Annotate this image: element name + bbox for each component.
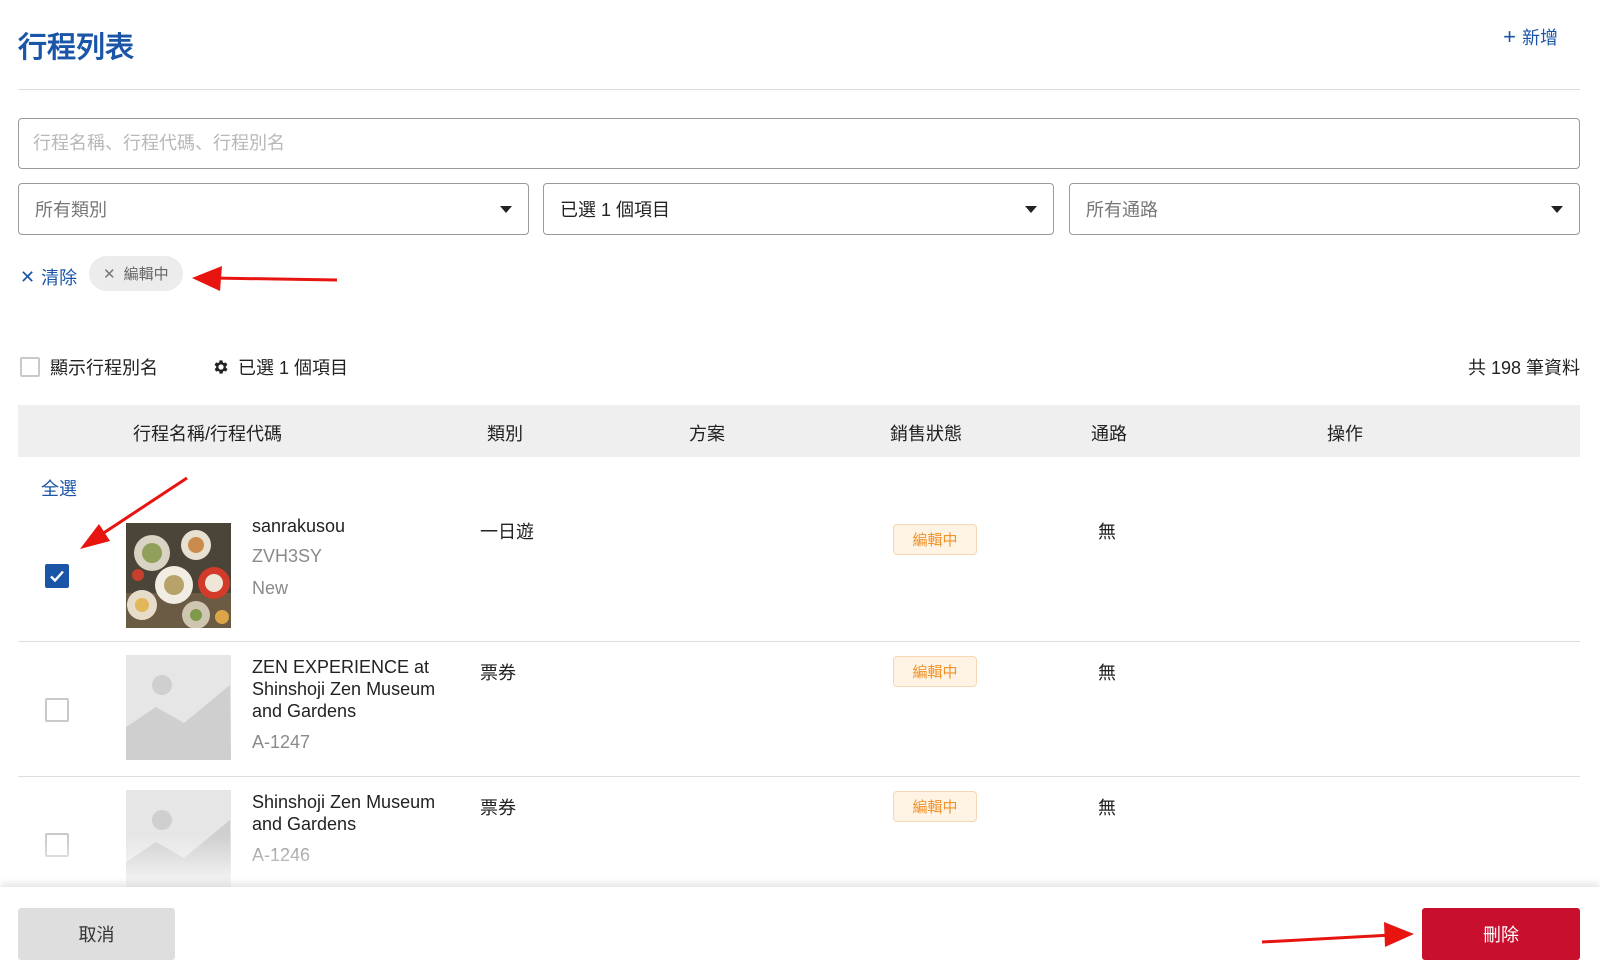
filter-chip-label: 編輯中 bbox=[123, 266, 169, 283]
image-placeholder-icon bbox=[126, 790, 231, 895]
column-header-plan: 方案 bbox=[689, 424, 725, 444]
status-badge: 編輯中 bbox=[893, 791, 977, 822]
add-button-label: 新增 bbox=[1522, 28, 1558, 48]
column-header-name: 行程名稱/行程代碼 bbox=[133, 424, 283, 444]
column-header-channel: 通路 bbox=[1091, 424, 1127, 444]
table-toolbar: 顯示行程別名 已選 1 個項目 共 198 筆資料 bbox=[18, 354, 1580, 384]
row-checkbox[interactable] bbox=[45, 564, 69, 588]
add-button[interactable]: + 新增 bbox=[1503, 24, 1558, 50]
trip-category: 票券 bbox=[480, 663, 516, 683]
page-title: 行程列表 bbox=[18, 32, 135, 64]
row-checkbox[interactable] bbox=[45, 698, 69, 722]
row-checkbox[interactable] bbox=[45, 833, 69, 857]
trip-thumbnail bbox=[126, 790, 231, 895]
total-count: 共 198 筆資料 bbox=[1467, 358, 1580, 378]
plus-icon: + bbox=[1503, 24, 1516, 49]
trip-category: 一日遊 bbox=[480, 522, 534, 542]
category-filter-select[interactable]: 所有類別 bbox=[18, 183, 529, 235]
status-badge: 編輯中 bbox=[893, 524, 977, 555]
trip-name: sanrakusou bbox=[252, 516, 346, 536]
trip-channel: 無 bbox=[1098, 522, 1116, 542]
column-header-category: 類別 bbox=[487, 424, 523, 444]
select-all-link[interactable]: 全選 bbox=[41, 475, 77, 501]
clear-filters-link[interactable]: ✕ 清除 bbox=[20, 264, 77, 290]
image-placeholder-icon bbox=[126, 655, 231, 760]
chevron-down-icon bbox=[500, 205, 512, 213]
column-header-actions: 操作 bbox=[1327, 424, 1363, 444]
cancel-button[interactable]: 取消 bbox=[18, 908, 175, 960]
trip-thumbnail bbox=[126, 655, 231, 760]
trip-code: A-1247 bbox=[252, 732, 311, 752]
table-row: sanrakusou ZVH3SY New 一日遊 編輯中 無 bbox=[18, 500, 1580, 642]
table-header: 行程名稱/行程代碼 類別 方案 銷售狀態 通路 操作 bbox=[18, 405, 1580, 457]
annotation-arrow-chip bbox=[192, 266, 338, 291]
status-badge: 編輯中 bbox=[893, 656, 977, 687]
check-icon bbox=[50, 570, 64, 583]
trip-category: 票券 bbox=[480, 798, 516, 818]
remove-chip-icon[interactable]: ✕ bbox=[103, 265, 116, 283]
channel-filter-select[interactable]: 所有通路 bbox=[1069, 183, 1580, 235]
trip-code: ZVH3SY bbox=[252, 546, 323, 566]
trip-code: A-1246 bbox=[252, 845, 311, 865]
filter-chip: ✕ 編輯中 bbox=[89, 256, 183, 291]
close-icon: ✕ bbox=[20, 266, 36, 287]
trip-tag: New bbox=[252, 578, 289, 598]
table-row: Shinshoji Zen Museum and Gardens A-1246 … bbox=[18, 777, 1580, 895]
status-filter-value: 已選 1 個項目 bbox=[560, 200, 671, 220]
status-filter-select[interactable]: 已選 1 個項目 bbox=[543, 183, 1054, 235]
column-settings-button[interactable]: 已選 1 個項目 bbox=[212, 354, 348, 380]
table-row: ZEN EXPERIENCE at Shinshoji Zen Museum a… bbox=[18, 642, 1580, 777]
selected-count-label: 已選 1 個項目 bbox=[238, 358, 349, 378]
trip-channel: 無 bbox=[1098, 798, 1116, 818]
trip-name: Shinshoji Zen Museum and Gardens bbox=[252, 792, 436, 834]
show-alias-label: 顯示行程別名 bbox=[50, 358, 158, 378]
gear-icon bbox=[214, 360, 228, 374]
column-header-sales-status: 銷售狀態 bbox=[890, 424, 962, 444]
action-footer: 取消 刪除 bbox=[0, 887, 1600, 977]
food-photo-image bbox=[126, 523, 231, 628]
header-divider bbox=[18, 89, 1580, 90]
delete-button[interactable]: 刪除 bbox=[1422, 908, 1580, 960]
search-input[interactable] bbox=[18, 118, 1580, 169]
category-filter-value: 所有類別 bbox=[35, 200, 107, 220]
channel-filter-value: 所有通路 bbox=[1086, 200, 1158, 220]
trip-thumbnail bbox=[126, 523, 231, 628]
chevron-down-icon bbox=[1025, 205, 1037, 213]
show-alias-checkbox[interactable] bbox=[20, 357, 40, 377]
trip-name: ZEN EXPERIENCE at Shinshoji Zen Museum a… bbox=[252, 657, 436, 721]
chevron-down-icon bbox=[1551, 205, 1563, 213]
trip-channel: 無 bbox=[1098, 663, 1116, 683]
clear-filters-label: 清除 bbox=[41, 268, 78, 288]
show-alias-toggle[interactable]: 顯示行程別名 bbox=[20, 354, 158, 380]
